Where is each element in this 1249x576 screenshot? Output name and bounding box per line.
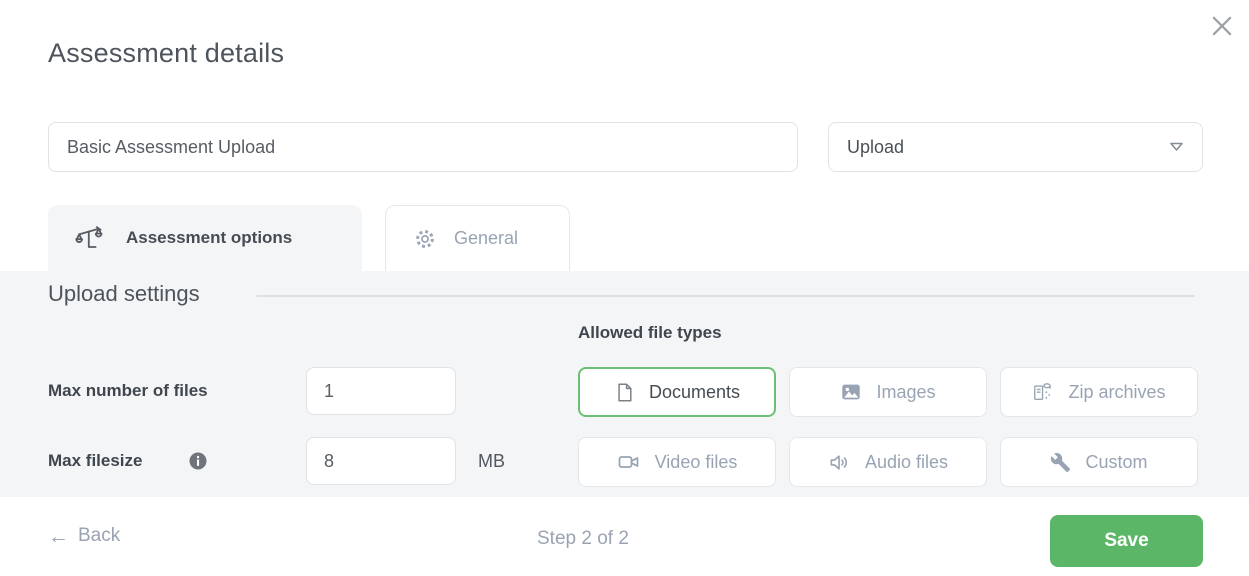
max-filesize-label: Max filesize xyxy=(48,437,143,485)
filetype-images-button[interactable]: Images xyxy=(789,367,987,417)
zip-archive-icon xyxy=(1032,381,1054,403)
filetype-audio-files-button[interactable]: Audio files xyxy=(789,437,987,487)
upload-settings-section: Upload settings Allowed file types Max n… xyxy=(0,271,1249,497)
filetype-zip-archives-button[interactable]: Zip archives xyxy=(1000,367,1198,417)
section-divider xyxy=(256,295,1195,297)
scale-icon xyxy=(74,223,104,253)
gear-icon xyxy=(413,227,437,251)
assessment-name-input[interactable] xyxy=(48,122,798,172)
back-button[interactable]: ← Back xyxy=(48,525,120,547)
filetype-video-files-button[interactable]: Video files xyxy=(578,437,776,487)
audio-icon xyxy=(828,451,851,474)
tab-label: General xyxy=(454,228,518,249)
filetype-label: Images xyxy=(876,382,935,403)
document-icon xyxy=(614,382,635,403)
tab-label: Assessment options xyxy=(126,228,292,248)
video-icon xyxy=(617,450,641,474)
section-heading: Upload settings xyxy=(48,281,200,307)
filetype-label: Audio files xyxy=(865,452,948,473)
save-button[interactable]: Save xyxy=(1050,515,1203,567)
arrow-left-icon: ← xyxy=(48,526,69,547)
filetype-label: Zip archives xyxy=(1068,382,1165,403)
tab-general[interactable]: General xyxy=(385,205,570,271)
image-icon xyxy=(840,381,862,403)
assessment-type-value: Upload xyxy=(847,137,904,158)
close-button[interactable] xyxy=(1207,11,1237,41)
wrench-icon xyxy=(1050,452,1071,473)
step-indicator: Step 2 of 2 xyxy=(537,528,629,550)
tab-assessment-options[interactable]: Assessment options xyxy=(48,205,362,271)
filetype-label: Documents xyxy=(649,382,740,403)
max-files-input[interactable] xyxy=(306,367,456,415)
filetype-label: Custom xyxy=(1085,452,1147,473)
filesize-unit-label: MB xyxy=(478,437,505,485)
allowed-file-types-label: Allowed file types xyxy=(578,323,722,343)
max-filesize-input[interactable] xyxy=(306,437,456,485)
tabs: Assessment options General xyxy=(48,205,570,271)
chevron-down-icon xyxy=(1169,142,1184,152)
back-label: Back xyxy=(78,525,120,547)
dialog-title: Assessment details xyxy=(48,38,284,69)
close-icon xyxy=(1209,27,1235,42)
filetype-label: Video files xyxy=(655,452,738,473)
filetype-documents-button[interactable]: Documents xyxy=(578,367,776,417)
max-files-label: Max number of files xyxy=(48,367,208,415)
filetype-custom-button[interactable]: Custom xyxy=(1000,437,1198,487)
assessment-type-select[interactable]: Upload xyxy=(828,122,1203,172)
info-icon[interactable] xyxy=(189,452,207,470)
